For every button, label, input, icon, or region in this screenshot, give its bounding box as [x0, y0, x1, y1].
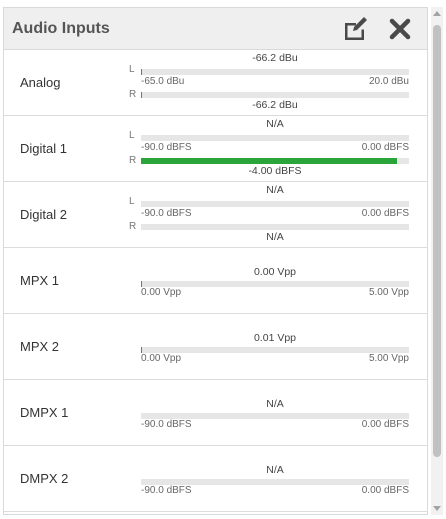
input-name: Digital 2: [20, 207, 67, 222]
scale-min: -90.0 dBFS: [141, 142, 192, 153]
channel-label: R: [129, 89, 137, 100]
header-actions: [341, 14, 415, 44]
level-value: 0.00 Vpp: [253, 266, 297, 278]
scale-max: 0.00 dBFS: [361, 142, 409, 153]
scroll-up-arrow[interactable]: [433, 11, 441, 16]
input-name: DMPX 2: [20, 471, 69, 486]
scale-max: 0.00 dBFS: [361, 208, 409, 219]
input-name: MPX 2: [20, 339, 60, 354]
level-meter: N/A L -90.0 dBFS 0.00 dBFS R N/A: [129, 182, 409, 247]
scrollbar[interactable]: [431, 7, 443, 515]
scale-max: 0.00 dBFS: [361, 485, 409, 496]
scale-min: -65.0 dBu: [141, 76, 185, 87]
scale-min: 0.00 Vpp: [141, 353, 182, 364]
level-meter: 0.00 Vpp 0.00 Vpp 5.00 Vpp: [141, 248, 409, 313]
scroll-thumb[interactable]: [433, 25, 441, 457]
scale-max: 5.00 Vpp: [368, 287, 409, 298]
input-row[interactable]: DMPX 2 N/A -90.0 dBFS 0.00 dBFS: [4, 446, 427, 512]
meter-zero-tick: [141, 69, 142, 75]
level-value: 0.01 Vpp: [253, 332, 297, 344]
bottom-level-value: -66.2 dBu: [252, 99, 298, 111]
level-value: N/A: [266, 398, 284, 410]
right-channel-bar: [141, 92, 409, 98]
channel-label: L: [129, 64, 135, 75]
input-list: Analog -66.2 dBu L -65.0 dBu 20.0 dBu R -66.2 …: [4, 50, 427, 512]
input-row[interactable]: MPX 2 0.01 Vpp 0.00 Vpp 5.00 Vpp: [4, 314, 427, 380]
right-channel-bar: [141, 158, 409, 164]
meter-zero-tick: [141, 92, 142, 98]
input-row[interactable]: Digital 2 N/A L -90.0 dBFS 0.00 dBFS R N/A: [4, 182, 427, 248]
level-meter: N/A L -90.0 dBFS 0.00 dBFS R -4.00 dBFS: [129, 116, 409, 181]
scale-max: 5.00 Vpp: [368, 353, 409, 364]
input-name: DMPX 1: [20, 405, 69, 420]
level-meter: -66.2 dBu L -65.0 dBu 20.0 dBu R -66.2 dBu: [129, 50, 409, 115]
scale-max: 20.0 dBu: [368, 76, 409, 87]
scale-min: -90.0 dBFS: [141, 485, 192, 496]
level-meter: N/A -90.0 dBFS 0.00 dBFS: [141, 380, 409, 445]
scale-min: -90.0 dBFS: [141, 208, 192, 219]
level-meter: 0.01 Vpp 0.00 Vpp 5.00 Vpp: [141, 314, 409, 379]
scale-max: 0.00 dBFS: [361, 419, 409, 430]
panel-header: Audio Inputs: [4, 8, 427, 50]
input-row[interactable]: DMPX 1 N/A -90.0 dBFS 0.00 dBFS: [4, 380, 427, 446]
channel-label: L: [129, 130, 135, 141]
scale-min: -90.0 dBFS: [141, 419, 192, 430]
top-level-value: N/A: [266, 118, 284, 130]
input-name: Analog: [20, 75, 61, 90]
edit-icon[interactable]: [341, 14, 371, 44]
scale-min: 0.00 Vpp: [141, 287, 182, 298]
panel-title: Audio Inputs: [12, 19, 110, 37]
right-channel-bar: [141, 224, 409, 230]
scroll-down-arrow[interactable]: [433, 506, 441, 511]
level-value: N/A: [266, 464, 284, 476]
input-name: MPX 1: [20, 273, 60, 288]
left-channel-bar: [141, 69, 409, 75]
left-channel-bar: [141, 201, 409, 207]
bottom-level-value: N/A: [266, 231, 284, 243]
close-icon[interactable]: [385, 14, 415, 44]
top-level-value: -66.2 dBu: [252, 52, 298, 64]
input-name: Digital 1: [20, 141, 67, 156]
input-row[interactable]: Digital 1 N/A L -90.0 dBFS 0.00 dBFS R -4.00 d…: [4, 116, 427, 182]
bottom-level-value: -4.00 dBFS: [248, 165, 302, 177]
channel-label: R: [129, 221, 137, 232]
audio-inputs-panel: Audio Inputs Analog -66.2 dBu L -65.0 dBu 20…: [3, 7, 428, 515]
level-meter: N/A -90.0 dBFS 0.00 dBFS: [141, 446, 409, 511]
channel-label: R: [129, 155, 137, 166]
left-channel-bar: [141, 135, 409, 141]
input-row[interactable]: Analog -66.2 dBu L -65.0 dBu 20.0 dBu R -66.2 …: [4, 50, 427, 116]
meter-fill: [141, 158, 397, 164]
channel-label: L: [129, 196, 135, 207]
top-level-value: N/A: [266, 184, 284, 196]
input-row[interactable]: MPX 1 0.00 Vpp 0.00 Vpp 5.00 Vpp: [4, 248, 427, 314]
